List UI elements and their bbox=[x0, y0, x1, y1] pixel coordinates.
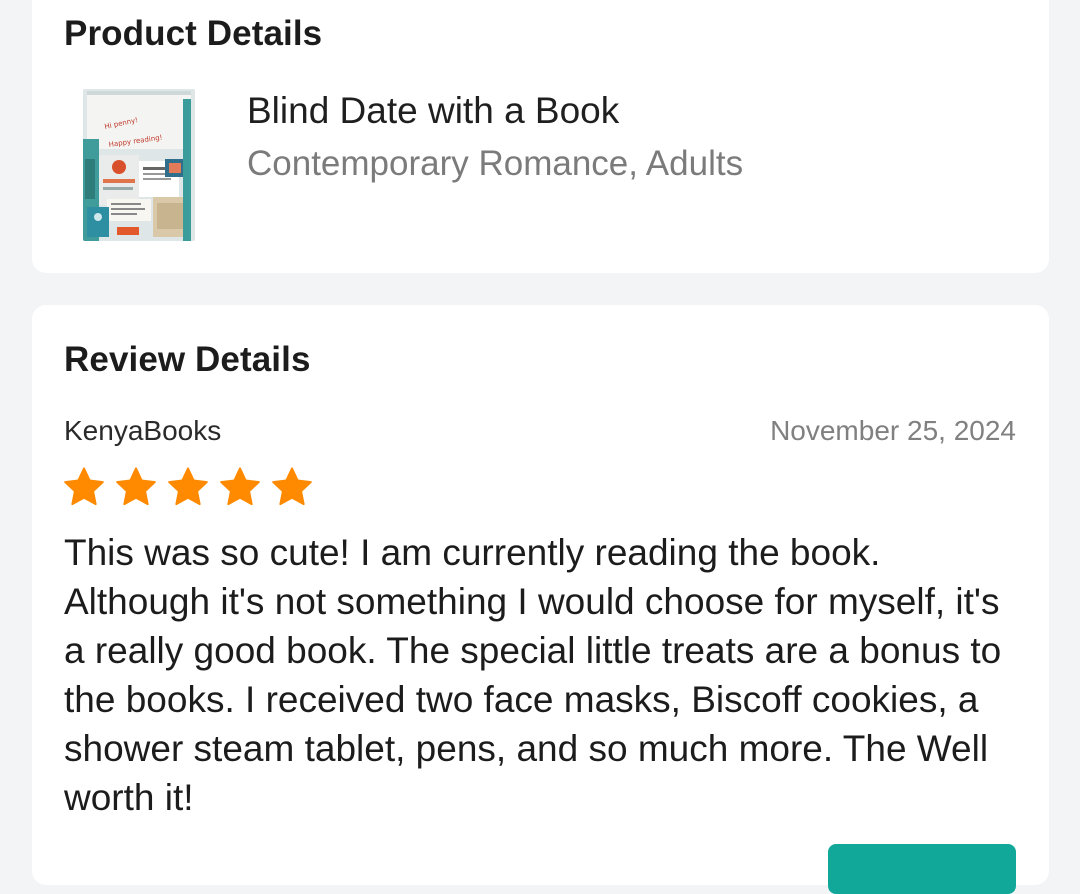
star-icon bbox=[168, 467, 208, 506]
review-text: This was so cute! I am currently reading… bbox=[64, 532, 1002, 818]
review-details-card: Review Details KenyaBooks November 25, 2… bbox=[32, 305, 1049, 894]
star-icon bbox=[220, 467, 260, 506]
reviewer-name: KenyaBooks bbox=[64, 415, 222, 446]
product-category: Contemporary Romance, Adults bbox=[247, 144, 744, 183]
review-date: November 25, 2024 bbox=[770, 415, 1016, 446]
star-icon bbox=[64, 467, 104, 506]
product-details-card: Product Details Hi penny! Happy reading! bbox=[32, 0, 1049, 273]
star-icon bbox=[272, 467, 312, 506]
star-icon bbox=[116, 467, 156, 506]
product-details-title: Product Details bbox=[64, 14, 323, 53]
star-rating bbox=[62, 465, 314, 509]
product-photo-icon: Hi penny! Happy reading! bbox=[83, 89, 195, 241]
product-name[interactable]: Blind Date with a Book bbox=[247, 90, 619, 132]
review-details-title: Review Details bbox=[64, 340, 311, 379]
product-thumbnail[interactable]: Hi penny! Happy reading! bbox=[83, 89, 195, 241]
review-action-button[interactable] bbox=[828, 844, 1016, 894]
